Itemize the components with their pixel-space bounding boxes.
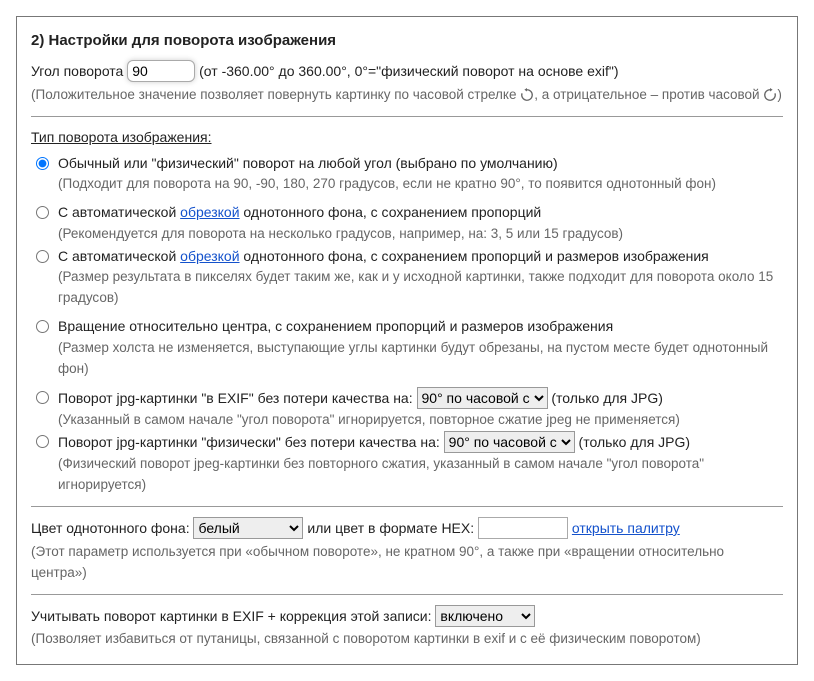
rotation-type-pre: С автоматической bbox=[58, 248, 180, 264]
rotation-type-option: Поворот jpg-картинки "физически" без пот… bbox=[31, 431, 783, 496]
rotation-type-hint: (Подходит для поворота на 90, -90, 180, … bbox=[58, 174, 716, 195]
bgcolor-row: Цвет однотонного фона: белый или цвет в … bbox=[31, 517, 783, 540]
rotation-settings-panel: 2) Настройки для поворота изображения Уг… bbox=[16, 16, 798, 665]
rotation-type-label: Поворот jpg-картинки "в EXIF" без потери… bbox=[58, 390, 417, 406]
panel-title: 2) Настройки для поворота изображения bbox=[31, 29, 783, 52]
type-heading: Тип поворота изображения: bbox=[31, 127, 212, 149]
rotation-type-option: С автоматической обрезкой однотонного фо… bbox=[31, 246, 783, 310]
rotation-type-post: однотонного фона, с сохранением пропорци… bbox=[240, 248, 709, 264]
divider bbox=[31, 506, 783, 507]
rotation-type-hint: (Рекомендуется для поворота на несколько… bbox=[58, 224, 623, 245]
rotation-type-option: С автоматической обрезкой однотонного фо… bbox=[31, 202, 783, 245]
bgcolor-select[interactable]: белый bbox=[193, 517, 303, 539]
rotation-type-label: Обычный или "физический" поворот на любо… bbox=[58, 155, 558, 171]
exif-rotate-amount-select[interactable]: 90° по часовой с bbox=[417, 387, 548, 409]
angle-hint-mid: , а отрицательное – против часовой bbox=[534, 87, 763, 102]
rotation-type-suffix: (только для JPG) bbox=[575, 434, 690, 450]
bgcolor-label: Цвет однотонного фона: bbox=[31, 520, 190, 536]
divider bbox=[31, 116, 783, 117]
divider bbox=[31, 594, 783, 595]
rotation-type-hint: (Размер холста не изменяется, выступающи… bbox=[58, 338, 783, 380]
rotation-type-hint: (Размер результата в пикселях будет таки… bbox=[58, 267, 783, 309]
rotation-type-pre: С автоматической bbox=[58, 204, 180, 220]
rotation-type-radio-3[interactable] bbox=[36, 250, 49, 263]
rotation-type-label: Поворот jpg-картинки "физически" без пот… bbox=[58, 434, 444, 450]
exif-correction-row: Учитывать поворот картинки в EXIF + корр… bbox=[31, 605, 783, 628]
rotation-type-radio-2[interactable] bbox=[36, 206, 49, 219]
open-palette-link[interactable]: открыть палитру bbox=[572, 520, 680, 536]
bgcolor-hex-input[interactable] bbox=[478, 517, 568, 539]
exif-correction-select[interactable]: включено bbox=[435, 605, 535, 627]
angle-hint-pre: (Положительное значение позволяет поверн… bbox=[31, 87, 520, 102]
physical-rotate-amount-select[interactable]: 90° по часовой с bbox=[444, 431, 575, 453]
rotation-type-radio-5[interactable] bbox=[36, 391, 49, 404]
rotation-type-hint: (Физический поворот jpeg-картинки без по… bbox=[58, 454, 783, 496]
bgcolor-hex-label: или цвет в формате HEX: bbox=[307, 520, 474, 536]
rotation-type-option: Вращение относительно центра, с сохранен… bbox=[31, 316, 783, 380]
rotation-type-hint: (Указанный в самом начале "угол поворота… bbox=[58, 410, 680, 431]
rotate-ccw-icon bbox=[763, 88, 777, 102]
rotate-cw-icon bbox=[520, 88, 534, 102]
angle-hint: (Положительное значение позволяет поверн… bbox=[31, 85, 783, 106]
rotation-type-option: Поворот jpg-картинки "в EXIF" без потери… bbox=[31, 387, 783, 431]
rotation-type-post: однотонного фона, с сохранением пропорци… bbox=[240, 204, 542, 220]
rotation-type-radio-4[interactable] bbox=[36, 320, 49, 333]
exif-correction-hint: (Позволяет избавиться от путаницы, связа… bbox=[31, 629, 783, 650]
angle-input[interactable] bbox=[127, 60, 195, 82]
rotation-type-option: Обычный или "физический" поворот на любо… bbox=[31, 153, 783, 196]
rotation-type-suffix: (только для JPG) bbox=[548, 390, 663, 406]
rotation-type-radio-1[interactable] bbox=[36, 157, 49, 170]
angle-hint-post: ) bbox=[777, 87, 782, 102]
rotation-type-label: Вращение относительно центра, с сохранен… bbox=[58, 318, 613, 334]
angle-label: Угол поворота bbox=[31, 63, 123, 79]
bgcolor-hint: (Этот параметр используется при «обычном… bbox=[31, 542, 783, 584]
crop-link[interactable]: обрезкой bbox=[180, 204, 239, 220]
crop-link[interactable]: обрезкой bbox=[180, 248, 239, 264]
angle-range-label: (от -360.00° до 360.00°, 0°="физический … bbox=[199, 63, 618, 79]
angle-row: Угол поворота (от -360.00° до 360.00°, 0… bbox=[31, 60, 783, 83]
rotation-type-radio-6[interactable] bbox=[36, 435, 49, 448]
